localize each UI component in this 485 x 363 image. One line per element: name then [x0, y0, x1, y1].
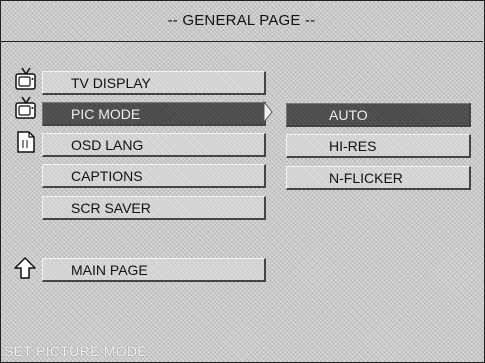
- menu-item-captions[interactable]: CAPTIONS: [42, 164, 266, 188]
- tv-icon: [15, 96, 36, 119]
- menu-item-tv-display[interactable]: TV DISPLAY: [42, 71, 266, 95]
- up-arrow-icon[interactable]: [14, 256, 36, 280]
- title-bar: -- GENERAL PAGE --: [0, 0, 483, 42]
- page-title: -- GENERAL PAGE --: [167, 12, 316, 29]
- option-label: HI-RES: [329, 137, 377, 154]
- main-page-label: MAIN PAGE: [71, 261, 148, 278]
- option-hi-res[interactable]: HI-RES: [286, 134, 471, 158]
- menu-item-scr-saver[interactable]: SCR SAVER: [42, 196, 266, 220]
- menu-item-osd-lang[interactable]: OSD LANG: [42, 133, 266, 157]
- option-label: N-FLICKER: [329, 169, 403, 186]
- tv-icon: [15, 67, 36, 90]
- menu-item-label: CAPTIONS: [71, 167, 143, 184]
- menu-item-label: TV DISPLAY: [71, 74, 151, 91]
- menu-item-pic-mode[interactable]: PIC MODE: [42, 102, 266, 126]
- document-icon: [17, 131, 35, 153]
- option-label: AUTO: [329, 106, 368, 123]
- option-auto[interactable]: AUTO: [286, 103, 471, 127]
- chevron-right-icon: [263, 100, 273, 124]
- menu-item-label: PIC MODE: [71, 105, 141, 122]
- menu-item-label: SCR SAVER: [71, 199, 151, 216]
- option-n-flicker[interactable]: N-FLICKER: [286, 166, 471, 190]
- menu-item-label: OSD LANG: [71, 136, 144, 153]
- status-text: SET PICTURE MODE: [4, 343, 148, 359]
- main-page-button[interactable]: MAIN PAGE: [42, 258, 266, 282]
